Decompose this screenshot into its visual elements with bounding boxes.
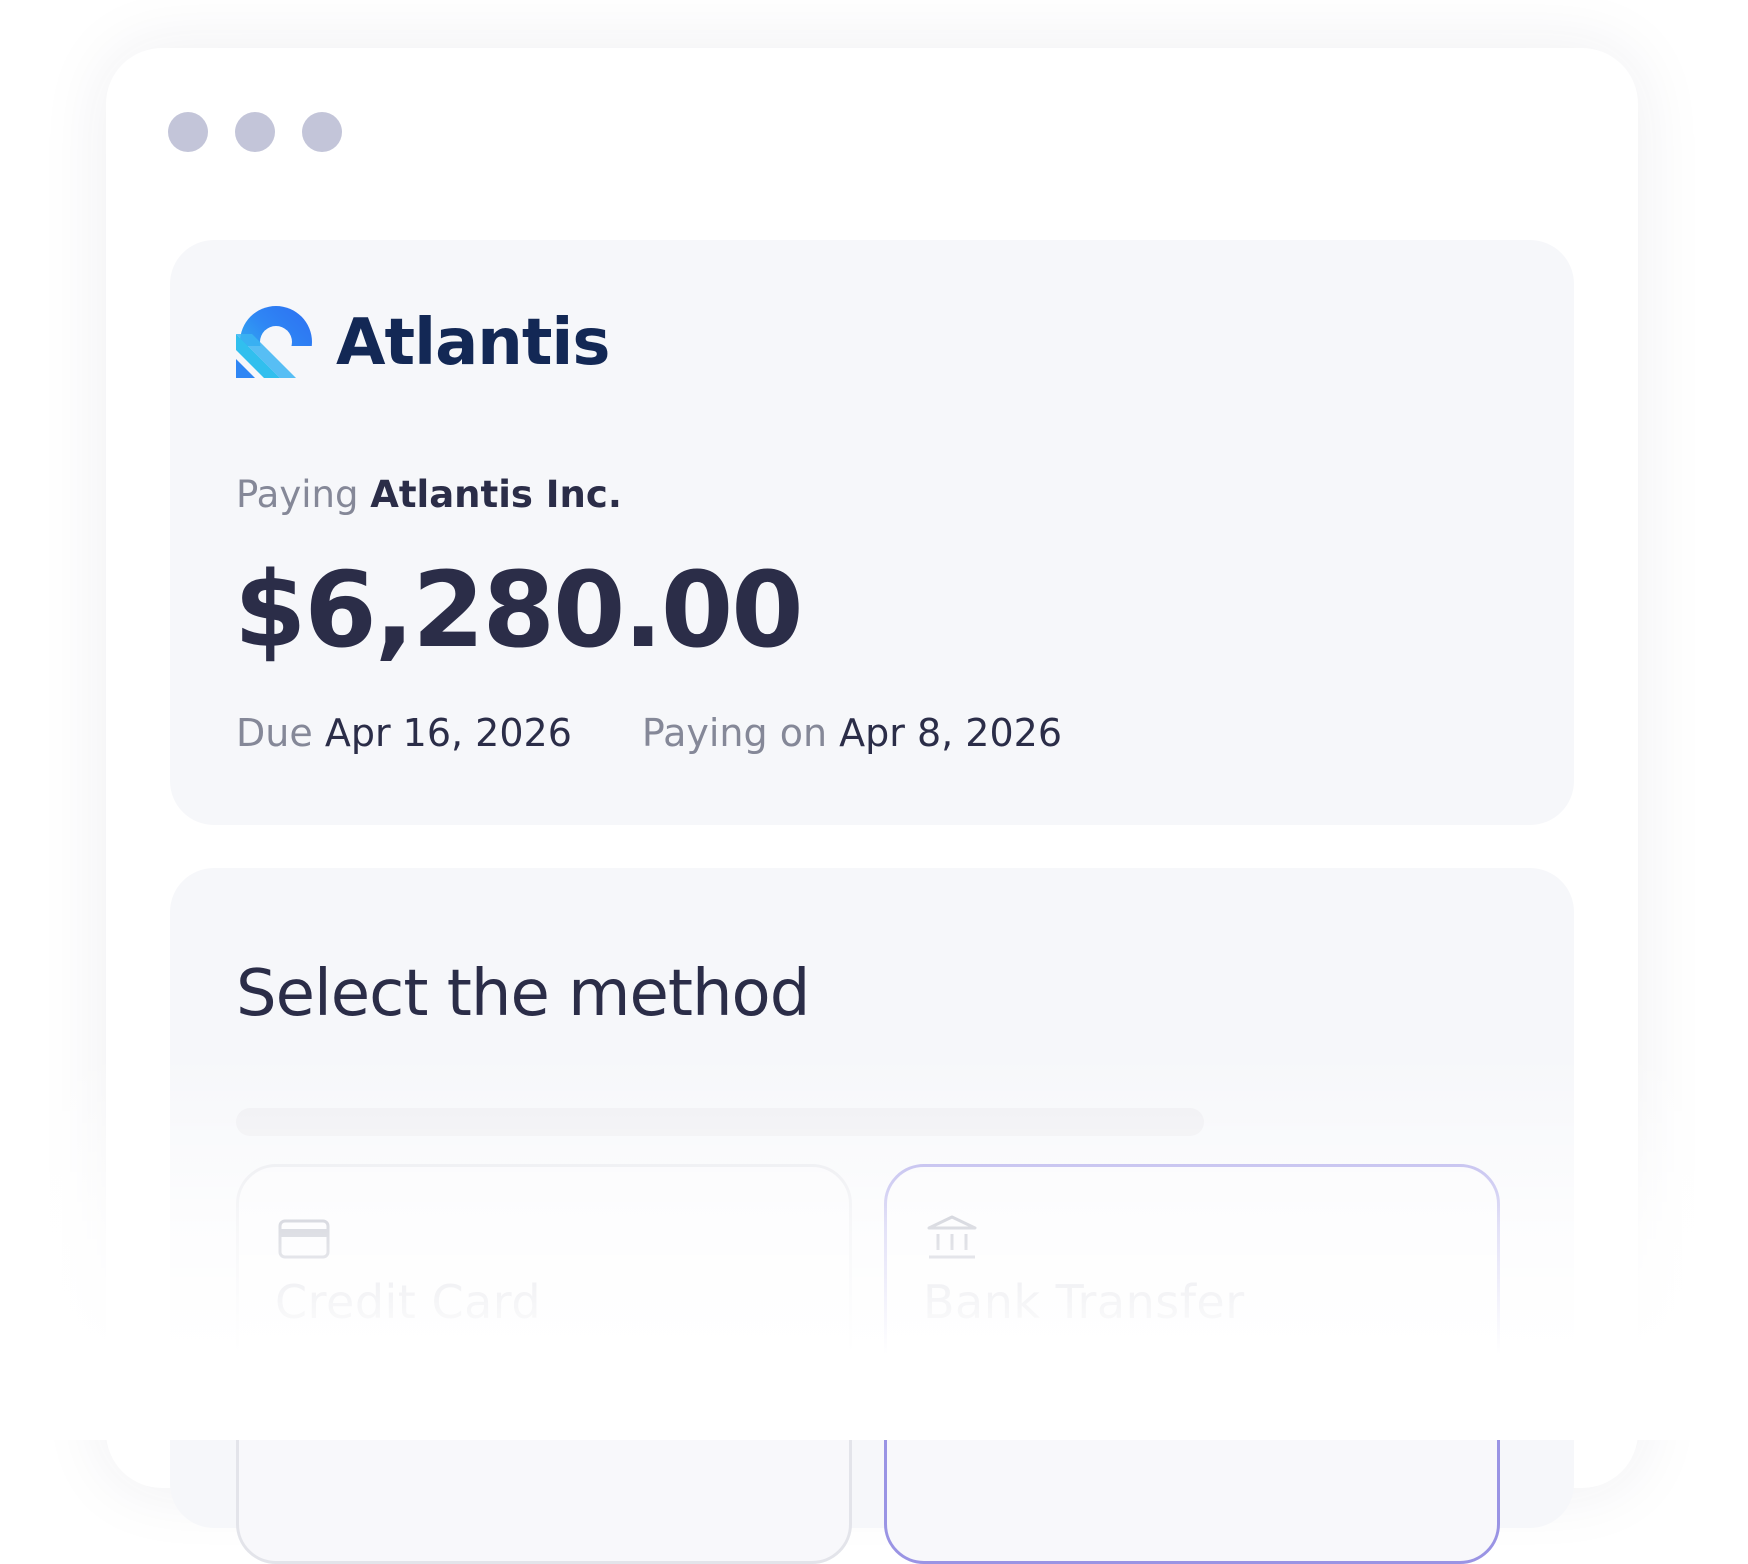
window-dot[interactable] <box>302 112 342 152</box>
credit-card-option[interactable]: Credit Card <box>236 1164 852 1564</box>
method-title: Select the method <box>236 957 810 1031</box>
atlantis-logo-icon <box>236 306 314 382</box>
bank-transfer-label: Bank Transfer <box>923 1275 1245 1329</box>
window-dot[interactable] <box>235 112 275 152</box>
window-controls <box>168 112 342 152</box>
paying-on-date: Apr 8, 2026 <box>839 711 1063 755</box>
payee-line: Paying Atlantis Inc. <box>236 476 622 513</box>
paying-on-label: Paying on <box>641 711 828 755</box>
credit-card-icon <box>278 1219 330 1259</box>
bank-icon <box>927 1215 977 1259</box>
due-label: Due <box>236 711 313 755</box>
due-date-group: Due Apr 16, 2026 <box>236 714 572 752</box>
payment-method-card: Select the method Credit Card Bank Trans… <box>170 868 1574 1564</box>
paying-on-group: Paying on Apr 8, 2026 <box>642 714 1062 752</box>
payee-name: Atlantis Inc. <box>370 473 622 516</box>
window-dot[interactable] <box>168 112 208 152</box>
bank-transfer-option[interactable]: Bank Transfer <box>884 1164 1500 1564</box>
progress-track <box>236 1108 1204 1136</box>
payment-summary-card: Atlantis Paying Atlantis Inc. $6,280.00 … <box>170 240 1574 825</box>
payment-dates: Due Apr 16, 2026 Paying on Apr 8, 2026 <box>236 714 1062 752</box>
brand: Atlantis <box>236 304 610 382</box>
payment-amount: $6,280.00 <box>234 549 804 671</box>
brand-name: Atlantis <box>336 306 610 380</box>
due-date: Apr 16, 2026 <box>324 711 572 755</box>
paying-label: Paying <box>236 473 359 516</box>
credit-card-label: Credit Card <box>275 1275 542 1329</box>
payment-window: Atlantis Paying Atlantis Inc. $6,280.00 … <box>106 48 1638 1564</box>
